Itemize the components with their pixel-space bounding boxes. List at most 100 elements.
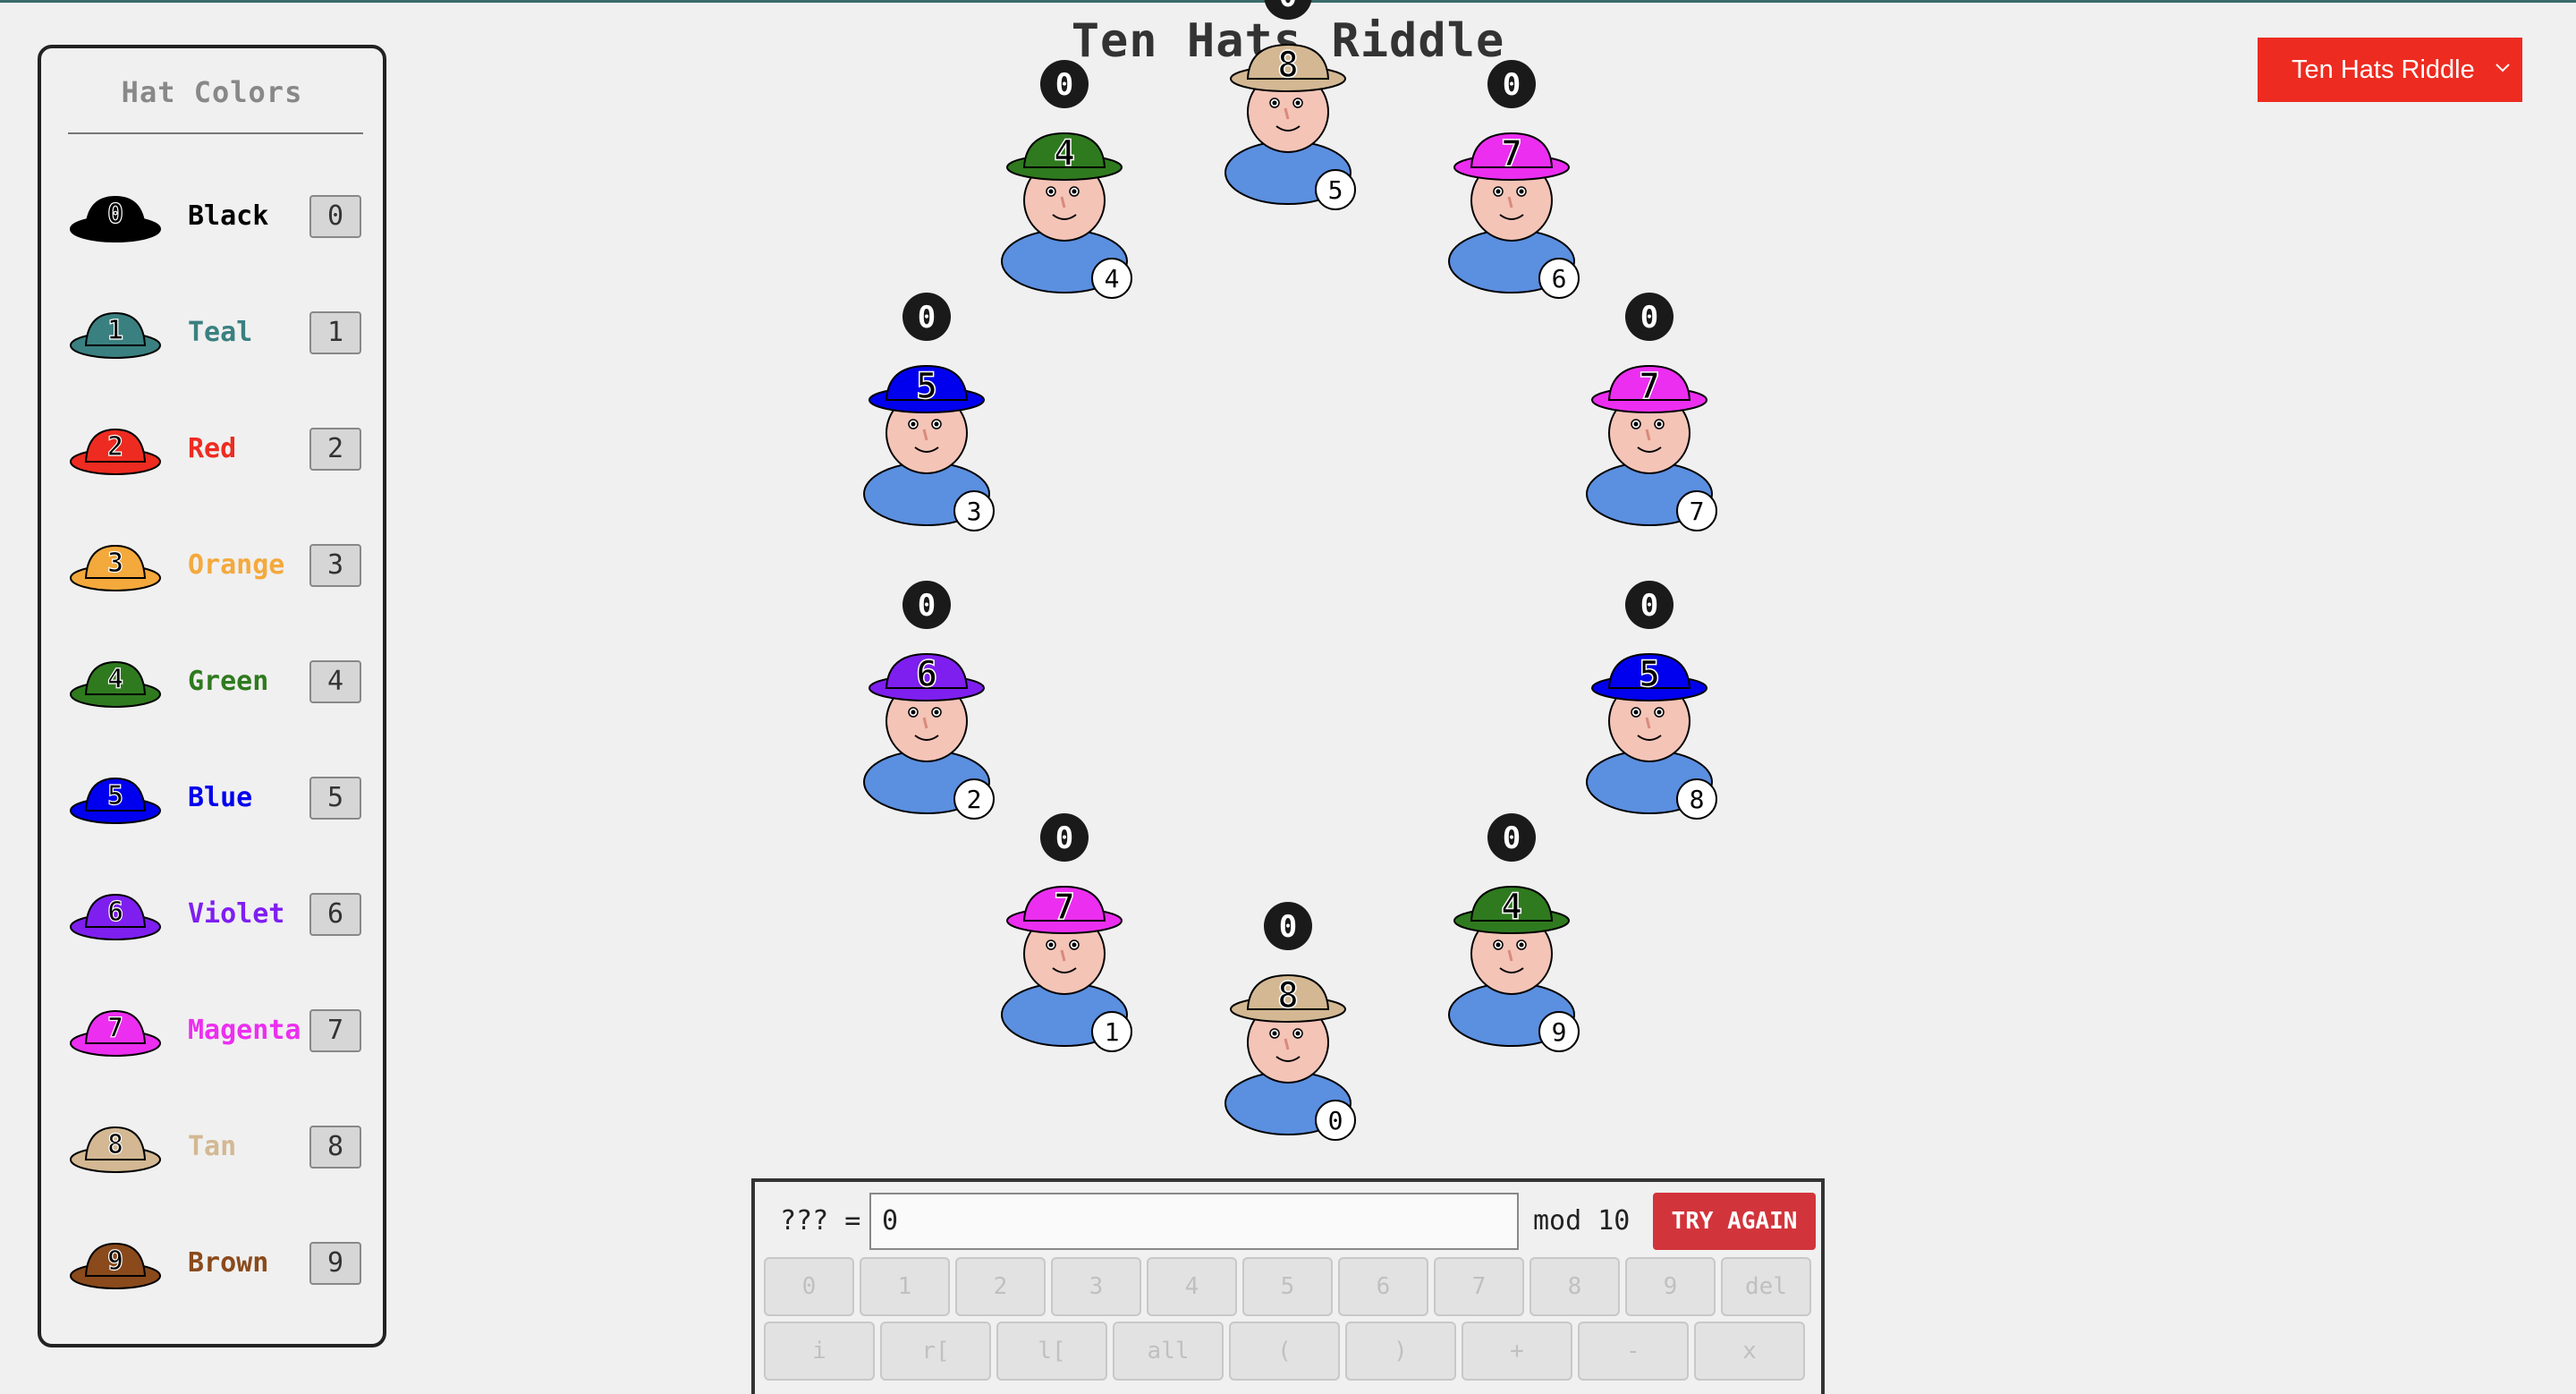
svg-text:8: 8: [1277, 975, 1299, 1016]
svg-text:5: 5: [1639, 654, 1660, 695]
guess-badge: 0: [1264, 902, 1312, 950]
hat-icon: 7: [1453, 132, 1570, 182]
svg-text:5: 5: [1328, 175, 1343, 205]
person-seat-4[interactable]: 0 4 4: [988, 57, 1140, 300]
hat-icon: 8: [1230, 973, 1346, 1023]
key-i[interactable]: i: [764, 1322, 875, 1381]
key-0[interactable]: 0: [764, 1257, 854, 1316]
svg-text:1: 1: [1105, 1017, 1120, 1047]
key-3[interactable]: 3: [1051, 1257, 1141, 1316]
svg-text:7: 7: [1639, 366, 1660, 407]
guess-badge: 0: [1487, 812, 1536, 862]
svg-text:0: 0: [1328, 1106, 1343, 1135]
svg-text:6: 6: [916, 654, 937, 695]
svg-text:0: 0: [1055, 820, 1073, 856]
guess-badge: 0: [902, 293, 951, 342]
legend-item-brown: 9 Brown 9: [41, 1228, 383, 1299]
person-seat-7[interactable]: 0 7 7: [1573, 290, 1725, 532]
color-key-badge: 9: [309, 1242, 361, 1285]
svg-text:0: 0: [1640, 300, 1658, 336]
people-circle: 080071062053044085076077058049: [0, 0, 2576, 1163]
person-seat-1[interactable]: 0 7 1: [988, 811, 1140, 1052]
svg-text:0: 0: [1503, 820, 1521, 856]
person-seat-6[interactable]: 0 7 6: [1436, 57, 1588, 300]
color-name: Brown: [188, 1247, 269, 1279]
hat-icon: 5: [868, 365, 985, 414]
guess-badge: 0: [1264, 0, 1312, 20]
svg-text:0: 0: [1279, 0, 1297, 14]
try-again-button[interactable]: TRY AGAIN: [1653, 1193, 1816, 1250]
person-seat-5[interactable]: 0 8 5: [1212, 0, 1364, 210]
svg-text:3: 3: [966, 497, 981, 526]
person-seat-2[interactable]: 0 6 2: [851, 578, 1003, 820]
hat-icon: 4: [1453, 885, 1570, 934]
hat-icon: 8: [1230, 43, 1346, 92]
key-lparen[interactable]: (: [1229, 1322, 1340, 1381]
svg-text:5: 5: [916, 366, 937, 407]
seat-number-badge: 9: [1538, 1010, 1580, 1052]
key-2[interactable]: 2: [955, 1257, 1046, 1316]
key-rparen[interactable]: ): [1345, 1322, 1456, 1381]
key-1[interactable]: 1: [860, 1257, 950, 1316]
person-seat-0[interactable]: 0 8 0: [1212, 899, 1364, 1141]
key-7[interactable]: 7: [1434, 1257, 1524, 1316]
seat-number-badge: 6: [1538, 258, 1580, 300]
key-delete[interactable]: del: [1721, 1257, 1811, 1316]
svg-text:7: 7: [1054, 887, 1075, 928]
person-seat-9[interactable]: 0 4 9: [1436, 811, 1588, 1052]
guess-badge: 0: [1040, 60, 1089, 109]
key-plus[interactable]: +: [1462, 1322, 1572, 1381]
seat-number-badge: 5: [1315, 169, 1356, 210]
svg-text:7: 7: [1690, 497, 1705, 526]
svg-text:0: 0: [1640, 588, 1658, 624]
svg-text:8: 8: [1277, 45, 1299, 86]
hat-icon: 6: [868, 652, 985, 701]
hat-digit: 9: [107, 1245, 123, 1277]
key-x[interactable]: x: [1694, 1322, 1805, 1381]
svg-text:4: 4: [1501, 887, 1522, 928]
svg-text:0: 0: [1279, 909, 1297, 945]
key-8[interactable]: 8: [1530, 1257, 1620, 1316]
key-6[interactable]: 6: [1338, 1257, 1428, 1316]
formula-panel: ??? = 0 mod 10 TRY AGAIN 0 1 2 3 4 5 6 7 8 9 del i r…: [751, 1178, 1825, 1394]
seat-number-badge: 4: [1091, 258, 1133, 300]
seat-number-badge: 1: [1091, 1010, 1133, 1052]
hat-icon: 7: [1006, 885, 1123, 934]
svg-text:4: 4: [1105, 264, 1120, 293]
svg-text:7: 7: [1501, 133, 1522, 174]
guess-badge: 0: [1625, 580, 1674, 629]
seat-number-badge: 7: [1676, 490, 1718, 532]
seat-number-badge: 8: [1676, 778, 1718, 820]
key-minus[interactable]: -: [1578, 1322, 1689, 1381]
mod-label: mod 10: [1533, 1205, 1631, 1237]
key-5[interactable]: 5: [1242, 1257, 1333, 1316]
guess-badge: 0: [902, 580, 951, 629]
hat-icon: 5: [1591, 652, 1708, 701]
formula-label: ??? =: [780, 1205, 861, 1237]
seat-number-badge: 2: [953, 778, 995, 820]
hat-icon: 7: [1591, 365, 1708, 414]
seat-number-badge: 0: [1315, 1100, 1356, 1141]
formula-input[interactable]: 0: [869, 1193, 1519, 1250]
svg-text:0: 0: [1055, 67, 1073, 103]
svg-text:0: 0: [1503, 67, 1521, 103]
svg-text:4: 4: [1054, 133, 1075, 174]
key-all[interactable]: all: [1113, 1322, 1224, 1381]
key-9[interactable]: 9: [1625, 1257, 1716, 1316]
svg-text:8: 8: [1690, 785, 1705, 814]
guess-badge: 0: [1625, 293, 1674, 342]
key-4[interactable]: 4: [1147, 1257, 1237, 1316]
key-lbracket[interactable]: l[: [996, 1322, 1107, 1381]
seat-number-badge: 3: [953, 490, 995, 532]
guess-badge: 0: [1040, 812, 1089, 862]
person-seat-3[interactable]: 0 5 3: [851, 290, 1003, 532]
key-rbracket[interactable]: r[: [880, 1322, 991, 1381]
svg-text:6: 6: [1551, 264, 1566, 293]
svg-text:2: 2: [966, 785, 981, 814]
svg-text:0: 0: [918, 588, 936, 624]
svg-text:0: 0: [918, 300, 936, 336]
svg-text:9: 9: [1551, 1017, 1566, 1047]
hat-icon: 4: [1006, 132, 1123, 182]
hat-icon: 9: [70, 1242, 161, 1289]
person-seat-8[interactable]: 0 5 8: [1573, 578, 1725, 820]
